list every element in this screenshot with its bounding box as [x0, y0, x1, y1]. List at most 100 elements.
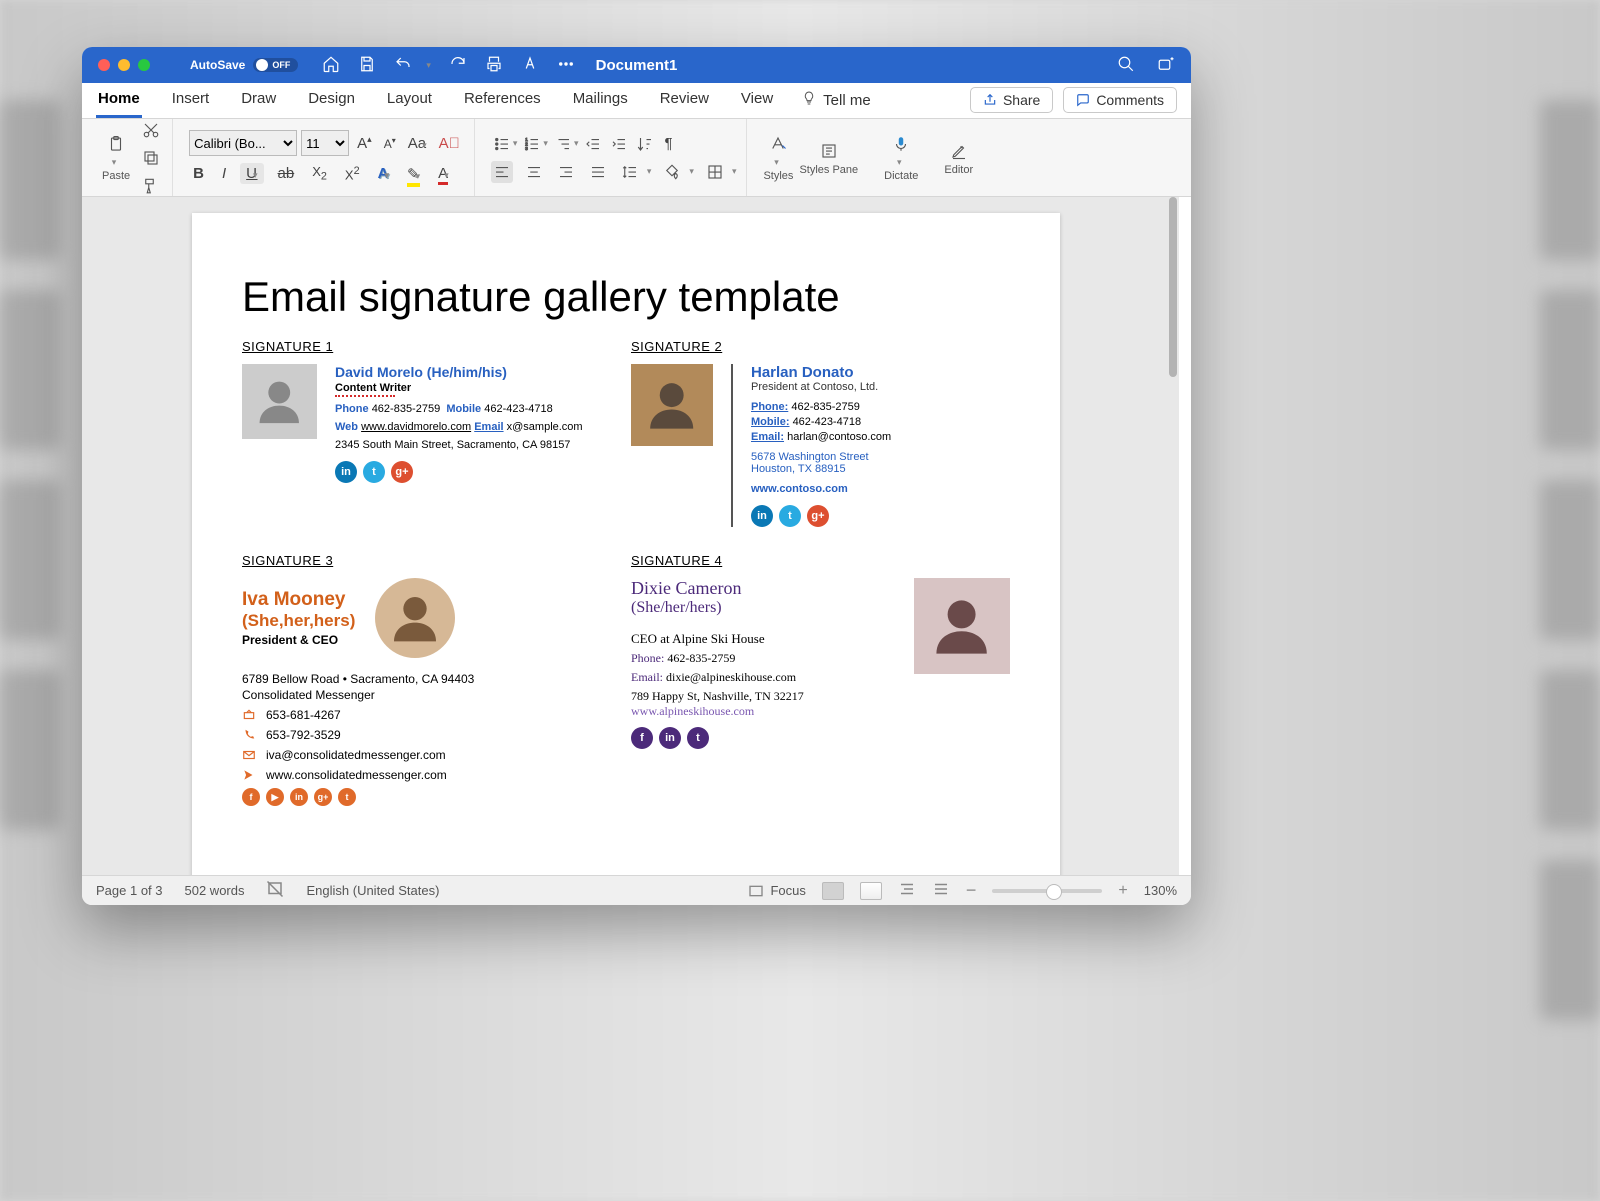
zoom-percent[interactable]: 130%	[1144, 883, 1177, 898]
tab-home[interactable]: Home	[96, 84, 142, 118]
superscript-button[interactable]: X2	[341, 163, 364, 184]
sig4-photo	[914, 578, 1010, 674]
format-painter-icon[interactable]	[140, 175, 162, 197]
linkedin-icon: in	[290, 788, 308, 806]
clear-format-icon[interactable]: A⃠	[435, 133, 464, 154]
ribbon-options-icon[interactable]	[1157, 55, 1175, 76]
zoom-out-icon[interactable]: −	[966, 880, 977, 901]
dictate-group: ▾ Dictate	[874, 119, 928, 196]
autosave-toggle[interactable]: AutoSave OFF	[190, 58, 298, 72]
grow-font-icon[interactable]: A▴	[353, 132, 376, 154]
paste-icon[interactable]	[105, 133, 127, 155]
close-button[interactable]	[98, 59, 110, 71]
highlight-icon[interactable]: ✎▾	[403, 163, 424, 185]
change-case-icon[interactable]: Aa▾	[404, 133, 431, 154]
subscript-button[interactable]: X2	[308, 162, 331, 185]
text-effects-icon[interactable]: A▾	[374, 163, 393, 184]
zoom-in-icon[interactable]: +	[1118, 882, 1127, 900]
shading-icon[interactable]	[661, 161, 683, 183]
tab-references[interactable]: References	[462, 84, 543, 118]
justify-icon[interactable]	[587, 161, 609, 183]
googleplus-icon: g+	[391, 461, 413, 483]
googleplus-icon: g+	[314, 788, 332, 806]
redo-icon[interactable]	[449, 55, 467, 76]
twitter-icon: t	[779, 505, 801, 527]
align-left-icon[interactable]	[491, 161, 513, 183]
align-right-icon[interactable]	[555, 161, 577, 183]
twitter-icon: t	[363, 461, 385, 483]
sig4-heading: SIGNATURE 4	[631, 553, 1010, 568]
shrink-font-icon[interactable]: A▾	[380, 134, 400, 153]
bold-button[interactable]: B	[189, 163, 208, 184]
italic-button[interactable]: I	[218, 163, 230, 184]
tab-draw[interactable]: Draw	[239, 84, 278, 118]
font-size-select[interactable]: 11	[301, 130, 349, 156]
bullets-icon[interactable]	[491, 133, 513, 155]
tab-mailings[interactable]: Mailings	[571, 84, 630, 118]
cut-icon[interactable]	[140, 119, 162, 141]
focus-mode[interactable]: Focus	[748, 883, 805, 899]
sig4-name: Dixie Cameron	[631, 578, 894, 599]
language-indicator[interactable]: English (United States)	[306, 883, 439, 898]
tab-insert[interactable]: Insert	[170, 84, 212, 118]
styles-button[interactable]: ▾ Styles	[763, 133, 793, 182]
facebook-icon: f	[631, 727, 653, 749]
document-page[interactable]: Email signature gallery template SIGNATU…	[192, 213, 1060, 875]
draft-view-icon[interactable]	[932, 880, 950, 901]
align-center-icon[interactable]	[523, 161, 545, 183]
decrease-indent-icon[interactable]	[582, 133, 604, 155]
comments-button[interactable]: Comments	[1063, 87, 1177, 113]
strike-button[interactable]: ab	[274, 163, 299, 184]
print-icon[interactable]	[485, 55, 503, 76]
line-spacing-icon[interactable]	[619, 161, 641, 183]
signature-4: SIGNATURE 4 Dixie Cameron (She/her/hers)…	[631, 553, 1010, 806]
editor-button[interactable]: Editor	[944, 140, 973, 176]
linkedin-icon: in	[659, 727, 681, 749]
search-icon[interactable]	[1117, 55, 1135, 76]
zoom-slider[interactable]	[992, 889, 1102, 893]
sig4-social: f in t	[631, 727, 894, 749]
home-icon[interactable]	[322, 55, 340, 76]
titlebar: AutoSave OFF ▾ Document1	[82, 47, 1191, 83]
sig3-social: f ▶ in g+ t	[242, 788, 621, 806]
multilevel-icon[interactable]	[552, 133, 574, 155]
share-button[interactable]: Share	[970, 87, 1053, 113]
tab-layout[interactable]: Layout	[385, 84, 434, 118]
minimize-button[interactable]	[118, 59, 130, 71]
copy-icon[interactable]	[140, 147, 162, 169]
increase-indent-icon[interactable]	[608, 133, 630, 155]
save-icon[interactable]	[358, 55, 376, 76]
numbering-icon[interactable]: 123	[521, 133, 543, 155]
styles-pane-button[interactable]: Styles Pane	[799, 140, 858, 176]
sort-icon[interactable]	[634, 133, 656, 155]
clipboard-group: ▾ Paste	[92, 119, 173, 196]
tab-review[interactable]: Review	[658, 84, 711, 118]
signature-1: SIGNATURE 1 David Morelo (He/him/his) Co…	[242, 339, 621, 527]
spellcheck-icon[interactable]	[266, 880, 284, 901]
underline-button[interactable]: U▾	[240, 163, 263, 184]
pilcrow-icon[interactable]: ¶	[660, 133, 676, 154]
document-area[interactable]: Email signature gallery template SIGNATU…	[82, 197, 1179, 875]
dictate-button[interactable]: ▾ Dictate	[884, 133, 918, 182]
vertical-scrollbar[interactable]	[1169, 197, 1177, 377]
zoom-button[interactable]	[138, 59, 150, 71]
ellipsis-icon[interactable]	[557, 55, 575, 76]
outline-view-icon[interactable]	[898, 880, 916, 901]
tab-design[interactable]: Design	[306, 84, 357, 118]
window-controls	[98, 59, 150, 71]
tell-me[interactable]: Tell me	[801, 90, 871, 118]
web-layout-view-icon[interactable]	[860, 882, 882, 900]
font-spacing-icon[interactable]	[521, 55, 539, 76]
borders-icon[interactable]	[704, 161, 726, 183]
paste-label: Paste	[102, 170, 130, 182]
font-name-select[interactable]: Calibri (Bo...	[189, 130, 297, 156]
googleplus-icon: g+	[807, 505, 829, 527]
word-count[interactable]: 502 words	[185, 883, 245, 898]
font-color-icon[interactable]: A▾	[434, 163, 453, 184]
page-indicator[interactable]: Page 1 of 3	[96, 883, 163, 898]
tab-view[interactable]: View	[739, 84, 775, 118]
sig2-social: in t g+	[751, 505, 891, 527]
undo-dropdown-icon[interactable]: ▾	[426, 60, 431, 71]
print-layout-view-icon[interactable]	[822, 882, 844, 900]
undo-icon[interactable]	[394, 55, 412, 76]
